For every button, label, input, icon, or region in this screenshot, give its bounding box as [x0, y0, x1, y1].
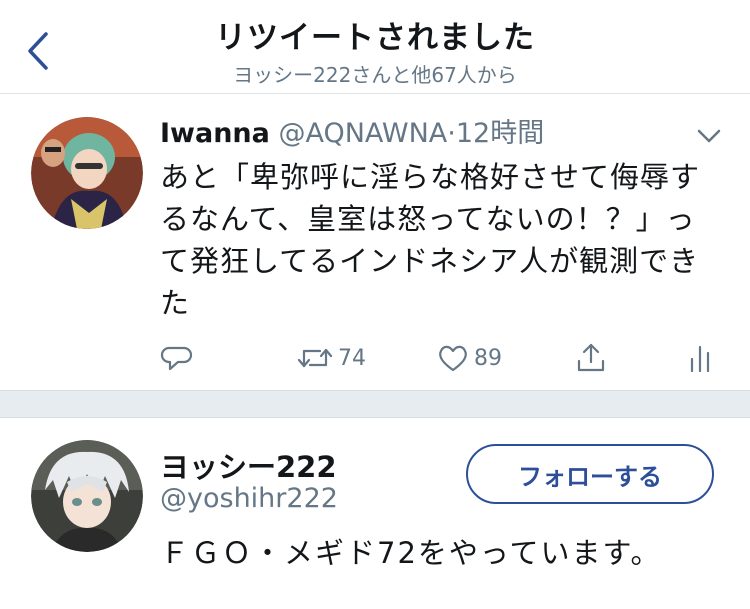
retweet-count: 74: [338, 345, 366, 371]
tweet-text: あと「卑弥呼に淫らな格好させて侮辱するなんて、皇室は怒ってないの！？」って発狂し…: [160, 160, 701, 320]
share-button[interactable]: [574, 338, 608, 378]
tweet-actions: 74 89: [0, 338, 750, 378]
like-count: 89: [474, 345, 502, 371]
page-subtitle: ヨッシー222さんと他67人から: [233, 63, 517, 87]
page-title: リツイートされました: [215, 20, 535, 56]
stats-icon: [690, 345, 710, 373]
more-options-button[interactable]: [692, 124, 726, 148]
avatar-image: [31, 440, 143, 552]
retweeters-screen: リツイートされました ヨッシー222さんと他67人から Iwanna @AQNA…: [0, 0, 750, 609]
like-button[interactable]: 89: [436, 338, 502, 378]
follow-button[interactable]: フォローする: [466, 444, 714, 504]
tweet[interactable]: Iwanna @AQNAWNA·12時間 あと「卑弥呼に淫らな格好させて侮辱する…: [0, 94, 750, 390]
stats-button[interactable]: [688, 338, 712, 378]
section-divider: [0, 390, 750, 418]
reply-button[interactable]: [160, 338, 194, 378]
retweet-icon: [297, 348, 333, 368]
avatar-image: [31, 117, 143, 229]
reply-icon: [160, 346, 193, 371]
retweet-button[interactable]: 74: [296, 338, 366, 378]
header-bar: リツイートされました ヨッシー222さんと他67人から: [0, 0, 750, 94]
user-handle[interactable]: @yoshihr222: [160, 483, 338, 514]
dot-separator: ·: [447, 118, 456, 149]
tweet-header: Iwanna @AQNAWNA·12時間: [160, 116, 544, 152]
avatar[interactable]: [31, 440, 143, 552]
user-list-item[interactable]: ヨッシー222 @yoshihr222 ＦＧＯ・メギド72をやっています。 フォ…: [0, 418, 750, 609]
heart-icon: [439, 345, 467, 372]
handle[interactable]: @AQNAWNA: [278, 118, 447, 149]
share-icon: [577, 343, 605, 372]
timestamp: 12時間: [455, 118, 545, 149]
avatar[interactable]: [31, 117, 143, 229]
display-name[interactable]: Iwanna: [160, 118, 270, 149]
user-display-name[interactable]: ヨッシー222: [160, 444, 337, 486]
user-bio: ＦＧＯ・メギド72をやっています。: [160, 536, 662, 570]
chevron-down-icon: [697, 129, 721, 143]
